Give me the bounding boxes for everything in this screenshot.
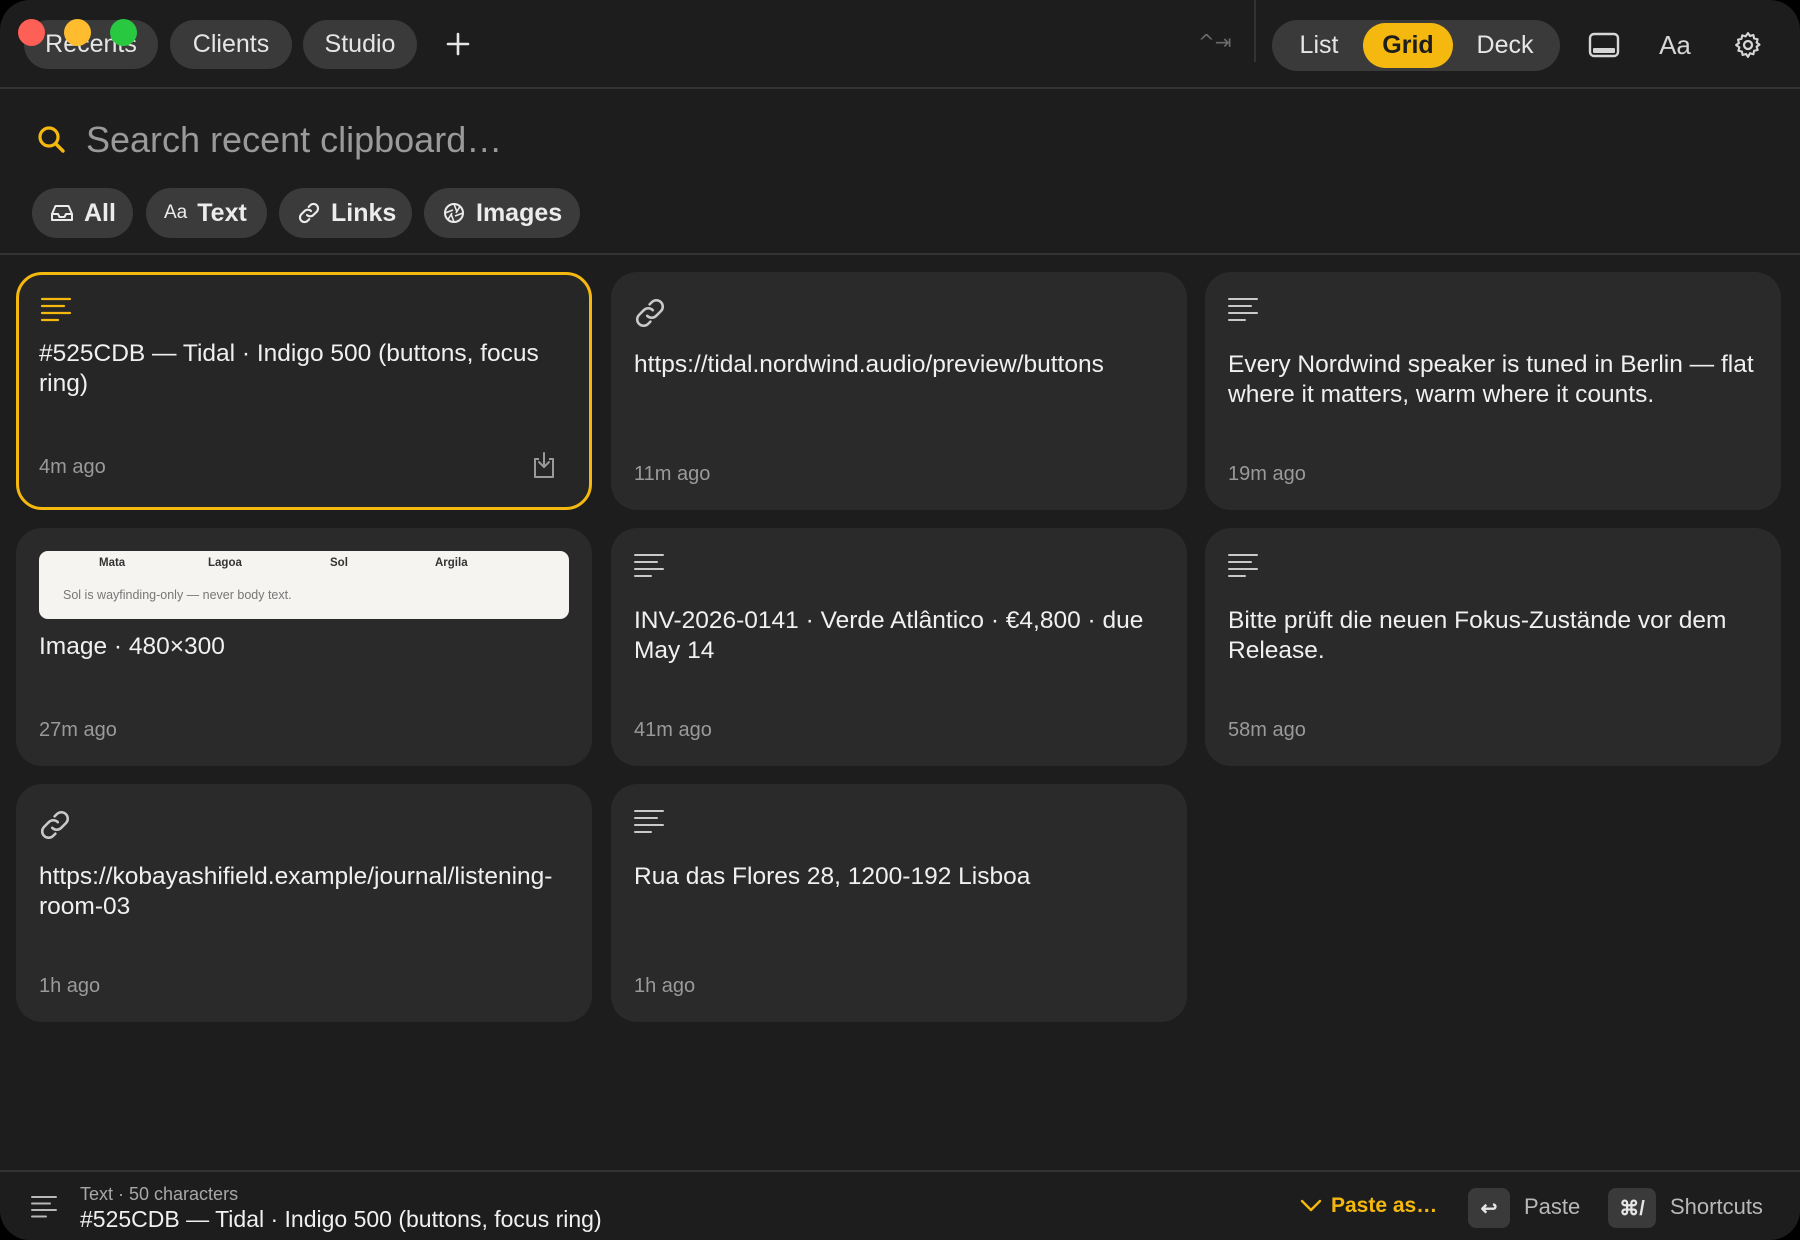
clipboard-card[interactable]: Every Nordwind speaker is tuned in Berli… [1205, 272, 1781, 510]
search-input[interactable] [86, 112, 986, 168]
filter-label: Images [476, 198, 563, 227]
tab-clients[interactable]: Clients [170, 20, 292, 69]
command-key-icon: ⌘/ [1608, 1188, 1656, 1228]
inbox-icon [51, 205, 73, 221]
filter-images[interactable]: Images [424, 188, 580, 238]
card-content: Rua das Flores 28, 1200-192 Lisboa [634, 863, 1031, 890]
chevron-down-icon [1300, 1199, 1322, 1212]
font-size-button[interactable]: Aa [1655, 26, 1695, 64]
plus-icon [446, 32, 470, 56]
card-time: 41m ago [634, 719, 712, 741]
card-content: https://tidal.nordwind.audio/preview/but… [634, 351, 1104, 378]
card-content: Image · 480×300 [39, 633, 225, 660]
toolbar: Recents Clients Studio ^⇥ List Grid Deck… [0, 0, 1800, 89]
card-time: 1h ago [634, 975, 696, 997]
text-lines-icon [634, 554, 664, 577]
font-size-label: Aa [1659, 29, 1691, 60]
text-lines-icon [1228, 298, 1258, 321]
tab-label: Studio [324, 30, 396, 58]
clipboard-card[interactable]: Rua das Flores 28, 1200-192 Lisboa 1h ag… [611, 784, 1187, 1022]
toggle-preview-button[interactable] [1584, 26, 1624, 64]
card-content: INV-2026-0141 · Verde Atlântico · €4,800… [634, 607, 1144, 664]
window-zoom-button[interactable] [110, 19, 137, 46]
view-mode-switcher: List Grid Deck [1272, 20, 1560, 71]
thumbnail-column: Lagoa [208, 557, 242, 569]
card-time: 19m ago [1228, 463, 1306, 485]
filter-label: All [84, 198, 116, 227]
return-key-icon: ↩ [1468, 1188, 1510, 1228]
tab-studio[interactable]: Studio [303, 20, 417, 69]
card-time: 27m ago [39, 719, 117, 741]
card-time: 58m ago [1228, 719, 1306, 741]
link-icon [41, 811, 69, 839]
view-mode-deck[interactable]: Deck [1456, 23, 1554, 68]
shortcut-hint: ^⇥ [1198, 30, 1232, 54]
paste-into-icon[interactable] [531, 451, 557, 479]
filter-label: Links [331, 198, 397, 227]
view-mode-label: Deck [1476, 31, 1534, 59]
card-content: https://kobayashifield.example/journal/l… [39, 863, 553, 920]
status-bar: Text · 50 characters #525CDB — Tidal · I… [0, 1170, 1800, 1240]
thumbnail-column: Sol [330, 557, 348, 569]
card-time: 11m ago [634, 463, 711, 485]
paste-as-button[interactable]: Paste as… [1300, 1194, 1437, 1218]
view-mode-label: List [1299, 31, 1339, 59]
filter-all[interactable]: All [32, 188, 133, 238]
view-mode-grid[interactable]: Grid [1363, 23, 1453, 68]
clipboard-card[interactable]: https://kobayashifield.example/journal/l… [16, 784, 592, 1022]
window-minimize-button[interactable] [64, 19, 91, 46]
thumbnail-column: Mata [99, 557, 126, 569]
filter-text[interactable]: Aa Text [146, 188, 267, 238]
image-thumbnail: Mata Lagoa Sol Argila Sol is wayfinding-… [39, 551, 569, 619]
clipboard-card[interactable]: #525CDB — Tidal · Indigo 500 (buttons, f… [16, 272, 592, 510]
filter-label: Text [197, 198, 247, 227]
thumbnail-note: Sol is wayfinding-only — never body text… [63, 588, 292, 602]
link-icon [636, 299, 664, 327]
view-mode-label: Grid [1382, 31, 1434, 59]
text-aa-icon: Aa [164, 202, 188, 223]
text-lines-icon [1228, 554, 1258, 577]
clipboard-card[interactable]: https://tidal.nordwind.audio/preview/but… [611, 272, 1187, 510]
filter-links[interactable]: Links [279, 188, 412, 238]
text-lines-icon [634, 810, 664, 833]
selection-meta: Text · 50 characters [80, 1184, 239, 1204]
card-time: 4m ago [39, 456, 106, 478]
clipboard-window: Recents Clients Studio ^⇥ List Grid Deck… [0, 0, 1800, 1240]
add-tab-button[interactable] [442, 24, 474, 64]
thumbnail-column: Argila [435, 557, 468, 569]
window-close-button[interactable] [18, 19, 45, 46]
text-lines-icon [31, 1196, 57, 1218]
aperture-icon [444, 203, 464, 223]
toolbar-divider [1254, 0, 1256, 62]
card-content: Every Nordwind speaker is tuned in Berli… [1228, 351, 1754, 408]
shortcuts-button[interactable]: Shortcuts [1670, 1194, 1763, 1220]
text-lines-icon [40, 297, 72, 322]
card-content: Bitte prüft die neuen Fokus-Zustände vor… [1228, 607, 1727, 664]
paste-as-label: Paste as… [1331, 1194, 1438, 1217]
paste-button[interactable]: Paste [1524, 1194, 1580, 1220]
view-mode-list[interactable]: List [1278, 23, 1360, 68]
card-content: #525CDB — Tidal · Indigo 500 (buttons, f… [39, 340, 539, 397]
clipboard-card[interactable]: INV-2026-0141 · Verde Atlântico · €4,800… [611, 528, 1187, 766]
panel-bottom-icon [1588, 32, 1620, 58]
clipboard-card[interactable]: Mata Lagoa Sol Argila Sol is wayfinding-… [16, 528, 592, 766]
gear-icon [1735, 32, 1761, 58]
search-icon [38, 126, 65, 153]
card-time: 1h ago [39, 975, 101, 997]
link-icon [298, 202, 320, 224]
settings-button[interactable] [1728, 26, 1768, 64]
tab-label: Clients [192, 30, 270, 58]
clipboard-card[interactable]: Bitte prüft die neuen Fokus-Zustände vor… [1205, 528, 1781, 766]
divider [0, 253, 1800, 255]
selection-preview: #525CDB — Tidal · Indigo 500 (buttons, f… [80, 1206, 602, 1232]
